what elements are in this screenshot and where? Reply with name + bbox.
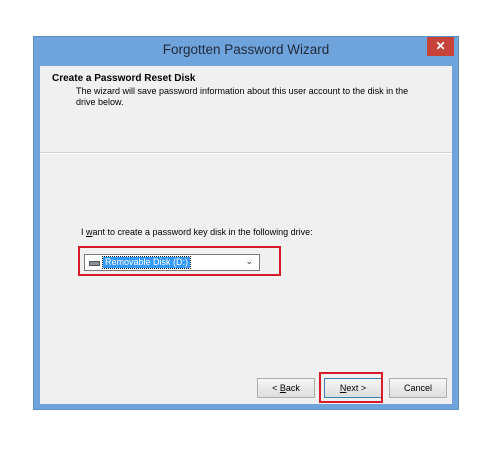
wizard-header: Create a Password Reset Disk The wizard …: [40, 66, 452, 153]
title-bar[interactable]: Forgotten Password Wizard ✕: [34, 37, 458, 63]
drive-prompt-label: I want to create a password key disk in …: [81, 227, 313, 237]
header-divider: [40, 153, 452, 154]
wizard-window: Forgotten Password Wizard ✕ Create a Pas…: [33, 36, 459, 410]
wizard-client-area: Create a Password Reset Disk The wizard …: [40, 66, 452, 404]
page-title: Create a Password Reset Disk: [52, 73, 196, 84]
window-title: Forgotten Password Wizard: [162, 42, 330, 57]
drive-prompt-rest: ant to create a password key disk in the…: [92, 227, 313, 237]
dropdown-highlight-box: [78, 246, 281, 276]
next-highlight-box: [319, 372, 383, 403]
back-button[interactable]: < Back: [257, 378, 315, 398]
cancel-button[interactable]: Cancel: [389, 378, 447, 398]
close-icon: ✕: [435, 39, 446, 53]
back-button-prefix: <: [272, 383, 280, 393]
back-button-rest: ack: [285, 383, 300, 393]
close-button[interactable]: ✕: [427, 37, 454, 56]
page-description: The wizard will save password informatio…: [76, 86, 409, 107]
